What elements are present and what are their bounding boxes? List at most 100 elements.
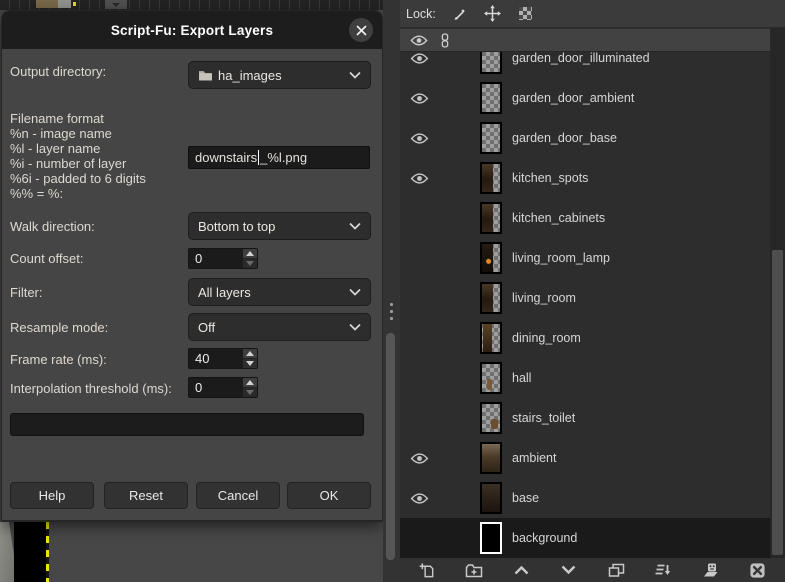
layer-row[interactable]: kitchen_cabinets [400,198,770,238]
layer-visibility-toggle[interactable] [406,172,432,185]
layer-row[interactable]: garden_door_illuminated [400,52,770,78]
spin-down-button[interactable] [243,259,257,268]
layer-row[interactable]: hall [400,358,770,398]
add-layer-mask-button[interactable] [700,560,722,580]
layer-visibility-toggle[interactable] [406,132,432,145]
filename-format-input[interactable]: downstairs _%l.png [188,146,370,169]
guide-fragment [73,2,76,6]
layer-thumbnail[interactable] [480,202,502,234]
merge-down-button[interactable] [652,560,674,580]
format-line: %l - layer name [10,141,101,156]
raise-layer-button[interactable] [511,560,533,580]
layer-name: dining_room [512,331,581,345]
layer-visibility-toggle[interactable] [406,492,432,505]
spin-down-button[interactable] [243,359,257,368]
image-fragment [58,0,71,8]
visibility-eye-icon [410,52,428,64]
pane-splitter[interactable] [383,0,400,582]
spin-up-button[interactable] [243,249,257,259]
layer-row[interactable]: stairs_toilet [400,398,770,438]
canvas-vertical-scrollbar[interactable] [386,333,395,560]
layer-row[interactable]: garden_door_ambient [400,78,770,118]
layer-thumbnail[interactable] [480,362,502,394]
layer-name: base [512,491,540,505]
layer-row[interactable]: background [400,518,770,558]
layer-name: garden_door_base [512,131,617,145]
thumbnail-content [482,164,493,192]
new-layer-button[interactable] [416,560,438,580]
layer-visibility-toggle[interactable] [406,52,432,65]
layer-name: kitchen_spots [512,171,589,185]
layer-row[interactable]: dining_room [400,318,770,358]
layer-row[interactable]: ambient [400,438,770,478]
visibility-eye-icon [410,35,428,45]
interpolation-threshold-spinner[interactable]: 0 [188,377,258,398]
resample-mode-dropdown[interactable]: Off [188,313,371,341]
alpha-checker-icon [519,7,533,20]
layer-thumbnail[interactable] [480,52,502,74]
resample-mode-label: Resample mode: [10,320,109,335]
spin-up-button[interactable] [243,378,257,388]
triangle-up-icon [246,380,254,385]
dialog-titlebar[interactable]: Script-Fu: Export Layers [2,11,382,49]
layer-thumbnail[interactable] [480,282,502,314]
layers-scrollbar-thumb[interactable] [772,250,783,555]
filter-dropdown[interactable]: All layers [188,278,371,306]
cancel-button[interactable]: Cancel [196,482,280,509]
layers-scrollbar-track[interactable] [770,28,785,558]
output-directory-label: Output directory: [10,64,107,79]
lower-layer-button[interactable] [558,560,580,580]
visibility-column-header[interactable] [406,34,432,47]
layer-name: garden_door_illuminated [512,52,650,65]
layer-name: kitchen_cabinets [512,211,606,225]
layer-row[interactable]: living_room_lamp [400,238,770,278]
frame-rate-spinner[interactable]: 40 [188,348,258,369]
layer-thumbnail[interactable] [480,482,502,514]
interpolation-threshold-value: 0 [189,378,243,397]
format-line: %i - number of layer [10,156,127,171]
count-offset-spinner[interactable]: 0 [188,248,258,269]
layer-thumbnail[interactable] [480,122,502,154]
layer-visibility-toggle[interactable] [406,452,432,465]
chevron-down-icon [349,222,361,230]
format-line: %n - image name [10,126,112,141]
chevron-down-icon [349,71,361,79]
new-layer-group-button[interactable] [463,560,485,580]
layer-thumbnail[interactable] [480,402,502,434]
lock-position-button[interactable] [484,5,502,23]
layer-thumbnail[interactable] [480,242,502,274]
layer-thumbnail[interactable] [480,162,502,194]
spin-down-button[interactable] [243,388,257,397]
chain-column-header[interactable] [432,32,458,48]
format-line: Filename format [10,111,104,126]
lock-pixels-button[interactable] [451,5,469,23]
thumbnail-content [491,418,498,430]
walk-direction-dropdown[interactable]: Bottom to top [188,212,371,240]
duplicate-layer-button[interactable] [605,560,627,580]
image-black-area [14,522,47,582]
layers-toolbar [400,558,785,582]
layer-thumbnail[interactable] [480,82,502,114]
layer-thumbnail[interactable] [480,522,502,554]
layer-row[interactable]: living_room [400,278,770,318]
lock-label: Lock: [406,6,436,21]
delete-layer-button[interactable] [747,560,769,580]
ok-button[interactable]: OK [287,482,371,509]
format-line: %6i - padded to 6 digits [10,171,146,186]
visibility-eye-icon [410,92,428,104]
resample-mode-value: Off [198,319,216,335]
layer-row[interactable]: kitchen_spots [400,158,770,198]
close-button[interactable] [349,18,373,42]
reset-button[interactable]: Reset [104,482,188,509]
canvas-viewport [0,522,383,582]
output-directory-dropdown[interactable]: ha_images [188,61,371,89]
spin-up-button[interactable] [243,349,257,359]
layer-thumbnail[interactable] [480,322,502,354]
layer-thumbnail[interactable] [480,442,502,474]
layer-row[interactable]: garden_door_base [400,118,770,158]
thumbnail-content [483,324,492,352]
help-button[interactable]: Help [10,482,94,509]
lock-alpha-button[interactable] [517,5,535,23]
layer-row[interactable]: base [400,478,770,518]
layer-visibility-toggle[interactable] [406,92,432,105]
